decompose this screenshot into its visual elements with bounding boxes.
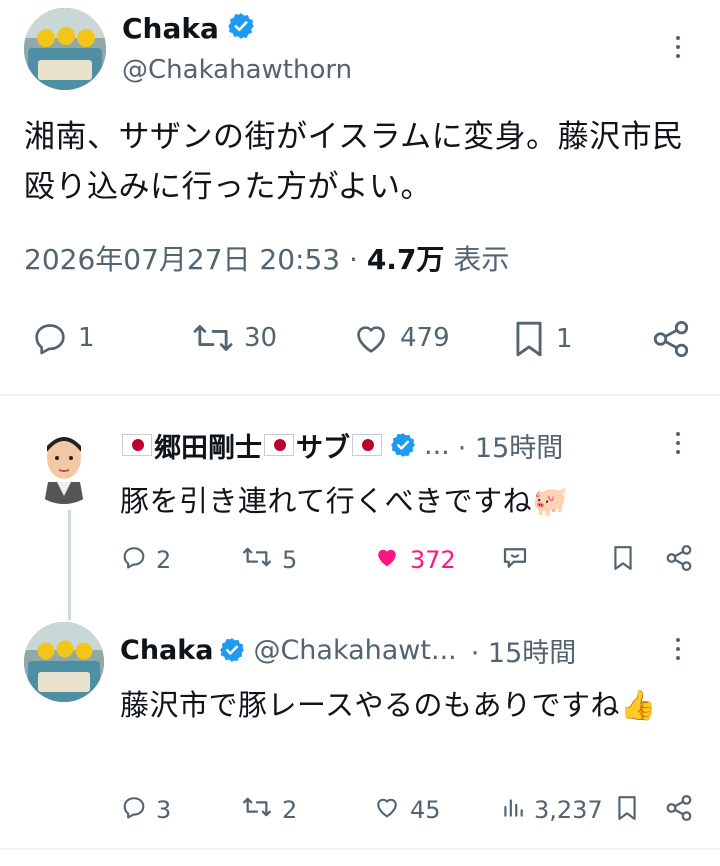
verified-badge-icon (219, 637, 245, 663)
reply-avatar[interactable] (24, 622, 104, 702)
reply-header: 郷田剛士 サブ ... · 15時間 (120, 425, 563, 465)
grok-icon (500, 543, 530, 579)
reply-handle[interactable]: @Chakahawt... (253, 635, 456, 666)
view-count-label: 表示 (453, 243, 510, 276)
retweet-icon (240, 793, 274, 827)
reply-author-name[interactable]: 郷田剛士 (154, 426, 262, 465)
like-count: 479 (400, 323, 450, 353)
section-divider (0, 848, 720, 850)
heart-icon (350, 318, 392, 358)
bookmark-icon (510, 318, 548, 360)
retweet-icon (240, 543, 274, 577)
like-count: 45 (410, 796, 441, 824)
retweet-count: 2 (282, 796, 298, 824)
share-button[interactable] (664, 793, 694, 829)
like-count: 372 (410, 546, 456, 574)
heart-filled-icon (372, 543, 402, 577)
reply-avatar[interactable] (24, 424, 104, 504)
bookmark-button[interactable] (610, 543, 636, 579)
reply-header: Chaka @Chakahawt... · 15時間 (120, 630, 576, 670)
reply-text: 藤沢市で豚レースやるのもありですね👍 (120, 688, 657, 722)
bookmark-button[interactable]: 1 (510, 318, 573, 360)
reply-time[interactable]: · 15時間 (471, 631, 577, 670)
like-button[interactable]: 45 (372, 793, 441, 827)
meta-separator: · (349, 243, 358, 276)
reply-button[interactable]: 2 (120, 543, 171, 577)
verified-badge-icon (390, 432, 416, 458)
japan-flag-icon (264, 434, 294, 456)
reply-count: 2 (156, 546, 172, 574)
share-button[interactable] (650, 318, 692, 360)
reply-button[interactable]: 3 (120, 793, 171, 827)
views-button[interactable]: 3,237 (500, 793, 603, 827)
view-count: 4.7万 (366, 243, 445, 276)
share-icon (650, 318, 692, 360)
reply-button[interactable]: 1 (30, 318, 95, 358)
views-chart-icon (500, 793, 526, 827)
more-options-icon[interactable] (676, 638, 680, 660)
avatar[interactable] (24, 8, 106, 90)
heart-icon (372, 793, 402, 827)
share-icon (664, 793, 694, 829)
reply-count: 1 (78, 323, 95, 353)
like-button[interactable]: 479 (350, 318, 450, 358)
view-count: 3,237 (534, 796, 603, 824)
more-options-icon[interactable] (676, 432, 680, 454)
retweet-button[interactable]: 2 (240, 793, 297, 827)
retweet-button[interactable]: 5 (240, 543, 297, 577)
tweet-text: 湘南、サザンの街がイスラムに変身。藤沢市民殴り込みに行った方がよい。 (24, 119, 684, 205)
author-handle[interactable]: @Chakahawthorn (122, 55, 352, 85)
reply-icon (30, 318, 70, 358)
verified-badge-icon (227, 12, 255, 44)
timestamp[interactable]: 2026年07月27日 20:53 (24, 243, 340, 276)
more-options-icon[interactable] (676, 36, 680, 58)
reply-handle-truncated[interactable]: ... (424, 430, 450, 461)
japan-flag-icon (122, 434, 152, 456)
thread-line (68, 510, 71, 620)
share-button[interactable] (664, 543, 694, 579)
bookmark-count: 1 (556, 324, 573, 354)
reply-count: 3 (156, 796, 172, 824)
grok-button[interactable] (500, 543, 530, 579)
bookmark-icon (610, 543, 636, 579)
reply-icon (120, 543, 148, 577)
japan-flag-icon (352, 434, 382, 456)
tweet-meta: 2026年07月27日 20:53 · 4.7万 表示 (24, 238, 509, 278)
retweet-icon (190, 318, 236, 358)
section-divider (0, 394, 720, 396)
retweet-count: 5 (282, 546, 298, 574)
bookmark-icon (614, 793, 640, 829)
reply-text: 豚を引き連れて行くべきですね🐖 (120, 484, 569, 518)
reply-author-name-suffix[interactable]: サブ (296, 426, 350, 465)
share-icon (664, 543, 694, 579)
retweet-button[interactable]: 30 (190, 318, 277, 358)
reply-time[interactable]: · 15時間 (458, 426, 564, 465)
author-name[interactable]: Chaka (122, 12, 219, 45)
retweet-count: 30 (244, 323, 278, 353)
reply-author-name[interactable]: Chaka (120, 635, 213, 666)
reply-icon (120, 793, 148, 827)
bookmark-button[interactable] (614, 793, 640, 829)
like-button[interactable]: 372 (372, 543, 456, 577)
